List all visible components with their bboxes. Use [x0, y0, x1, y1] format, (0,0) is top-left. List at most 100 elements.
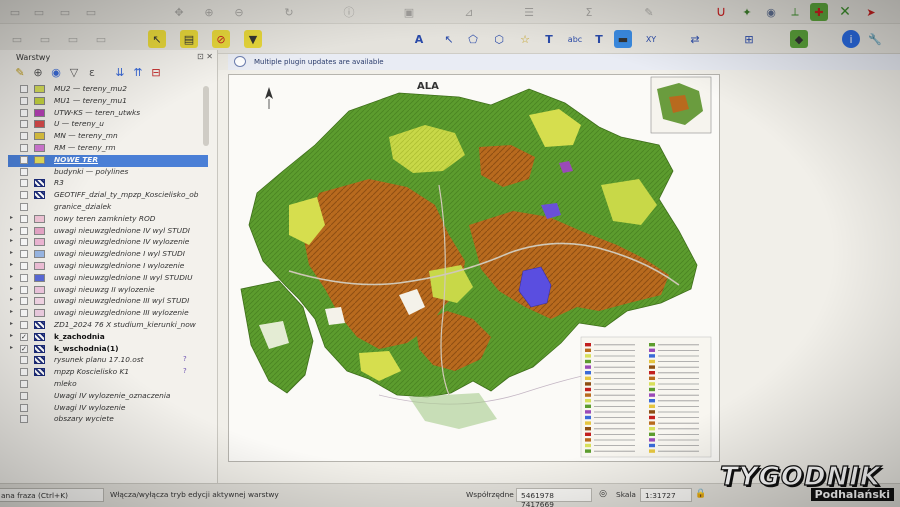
- tool-icon[interactable]: ▭: [92, 30, 110, 48]
- layer-visibility-checkbox[interactable]: [20, 391, 28, 400]
- file-icon[interactable]: ▭: [6, 3, 24, 21]
- layer-item[interactable]: obszary wyciete: [8, 414, 208, 426]
- layer-visibility-checkbox[interactable]: ✓: [20, 332, 28, 341]
- layers-scrollbar[interactable]: [203, 86, 209, 146]
- filter-icon[interactable]: ▽: [68, 66, 80, 79]
- layer-visibility-checkbox[interactable]: [20, 297, 28, 306]
- layer-item[interactable]: ▸ uwagi nieuwzglednione I wyl STUDI: [8, 249, 208, 261]
- layer-visibility-checkbox[interactable]: [20, 238, 28, 247]
- remove-layer-icon[interactable]: ⊟: [150, 66, 162, 79]
- stats-icon[interactable]: Σ: [580, 3, 598, 21]
- expand-arrow-icon[interactable]: ▸: [10, 320, 13, 327]
- help-icon[interactable]: ?: [183, 355, 187, 363]
- layer-visibility-checkbox[interactable]: [20, 379, 28, 388]
- layer-item[interactable]: RM — tereny_rm: [8, 143, 208, 155]
- layer-visibility-checkbox[interactable]: [20, 132, 28, 141]
- layer-item[interactable]: ▸ nowy teren zamkniety ROD: [8, 214, 208, 226]
- layer-visibility-checkbox[interactable]: [20, 415, 28, 424]
- deselect-icon[interactable]: ⊘: [212, 30, 230, 48]
- layer-item[interactable]: ▸ uwagi nieuwzglednione IV wylozenie: [8, 237, 208, 249]
- layer-visibility-checkbox[interactable]: [20, 285, 28, 294]
- expand-arrow-icon[interactable]: ▸: [10, 261, 13, 268]
- measure-icon[interactable]: ⊿: [460, 3, 478, 21]
- expand-arrow-icon[interactable]: ▸: [10, 296, 13, 303]
- text-icon[interactable]: T: [540, 30, 558, 48]
- xyz-icon[interactable]: XY: [642, 30, 660, 48]
- expand-arrow-icon[interactable]: ▸: [10, 273, 13, 280]
- layer-visibility-checkbox[interactable]: [20, 309, 28, 318]
- layer-item[interactable]: UTW-KS — teren_utwks: [8, 108, 208, 120]
- layer-visibility-checkbox[interactable]: [20, 368, 28, 377]
- expand-arrow-icon[interactable]: ▸: [10, 344, 13, 351]
- expand-arrow-icon[interactable]: ▸: [10, 308, 13, 315]
- attribute-icon[interactable]: ☰: [520, 3, 538, 21]
- identify-icon[interactable]: ⓘ: [340, 3, 358, 21]
- expand-arrow-icon[interactable]: ▸: [10, 226, 13, 233]
- layer-visibility-checkbox[interactable]: [20, 320, 28, 329]
- save-icon[interactable]: ▭: [56, 3, 74, 21]
- layer-item[interactable]: MN — tereny_mn: [8, 131, 208, 143]
- move-label-icon[interactable]: ⇄: [686, 30, 704, 48]
- expand-arrow-icon[interactable]: ▸: [10, 237, 13, 244]
- layer-item[interactable]: MU2 — tereny_mu2: [8, 84, 208, 96]
- expand-arrow-icon[interactable]: ▸: [10, 214, 13, 221]
- raster-icon[interactable]: ▬: [614, 30, 632, 48]
- select-features-icon[interactable]: ↖: [148, 30, 166, 48]
- layer-visibility-checkbox[interactable]: [20, 261, 28, 270]
- layer-item[interactable]: ▸ uwagi nieuwzglednione I wylozenie: [8, 261, 208, 273]
- layer-visibility-checkbox[interactable]: [20, 108, 28, 117]
- layer-item[interactable]: ▸ uwagi nieuwzglednione III wyl STUDI: [8, 296, 208, 308]
- layer-item[interactable]: ▸ uwagi nieuwzglednione III wylozenie: [8, 308, 208, 320]
- layer-item[interactable]: Uwagi IV wylozenie: [8, 403, 208, 415]
- layer-item[interactable]: mpzp Koscielisko K1?: [8, 367, 208, 379]
- expand-arrow-icon[interactable]: ▸: [10, 249, 13, 256]
- layer-visibility-checkbox[interactable]: [20, 403, 28, 412]
- zoom-out-icon[interactable]: ⊖: [230, 3, 248, 21]
- expand-arrow-icon[interactable]: ▸: [10, 285, 13, 292]
- layer-icon[interactable]: ▤: [180, 30, 198, 48]
- zoom-in-icon[interactable]: ⊕: [200, 3, 218, 21]
- refresh-icon[interactable]: ↻: [280, 3, 298, 21]
- tool-icon[interactable]: ▭: [8, 30, 26, 48]
- style-icon[interactable]: ✎: [14, 66, 26, 79]
- mouse-icon[interactable]: ◎: [596, 487, 610, 501]
- layer-item[interactable]: Uwagi IV wylozenie_oznaczenia: [8, 391, 208, 403]
- layer-item[interactable]: granice_dzialek: [8, 202, 208, 214]
- locator-search[interactable]: ana fraza (Ctrl+K): [0, 488, 104, 502]
- layer-visibility-checkbox[interactable]: [20, 250, 28, 259]
- grass-icon[interactable]: ◆: [790, 30, 808, 48]
- map-canvas[interactable]: ALA: [218, 70, 900, 483]
- scale-field[interactable]: 1:31727: [640, 488, 692, 502]
- layer-item[interactable]: ▸ uwagi nieuwzglednione IV wyl STUDI: [8, 226, 208, 238]
- layer-visibility-checkbox[interactable]: ✓: [20, 344, 28, 353]
- abc-icon[interactable]: abc: [566, 30, 584, 48]
- layer-visibility-checkbox[interactable]: [20, 96, 28, 105]
- layer-item[interactable]: ▸ uwagi nieuwzg II wylozenie: [8, 285, 208, 297]
- tool-icon[interactable]: ▭: [64, 30, 82, 48]
- layer-visibility-checkbox[interactable]: [20, 155, 28, 164]
- pointer-icon[interactable]: ↖: [440, 30, 458, 48]
- coordinates-field[interactable]: 5461978 7417669: [516, 488, 592, 507]
- layer-item[interactable]: R3: [8, 178, 208, 190]
- print-icon[interactable]: ▭: [82, 3, 100, 21]
- filter-map-icon[interactable]: ε: [86, 66, 98, 79]
- star-icon[interactable]: ☆: [516, 30, 534, 48]
- layer-visibility-checkbox[interactable]: [20, 85, 28, 93]
- vertex-icon[interactable]: ⬠: [464, 30, 482, 48]
- help-icon[interactable]: ?: [183, 367, 187, 375]
- layer-visibility-checkbox[interactable]: [20, 202, 28, 211]
- cross-icon[interactable]: ✕: [836, 3, 854, 21]
- magnet-icon[interactable]: ∪: [712, 3, 730, 21]
- layer-visibility-checkbox[interactable]: [20, 356, 28, 365]
- eye-icon[interactable]: ◉: [50, 66, 62, 79]
- layer-visibility-checkbox[interactable]: [20, 143, 28, 152]
- layer-item[interactable]: ▸ ZD1_2024 76 X studium_kierunki_now: [8, 320, 208, 332]
- layer-visibility-checkbox[interactable]: [20, 226, 28, 235]
- text-pin-icon[interactable]: T: [590, 30, 608, 48]
- collapse-icon[interactable]: ⇈: [132, 66, 144, 79]
- panel-close-icon[interactable]: ⊡ ✕: [197, 52, 213, 61]
- filter-icon[interactable]: ▼: [244, 30, 262, 48]
- pan-icon[interactable]: ✥: [170, 3, 188, 21]
- layer-item[interactable]: NOWE TER: [8, 154, 208, 167]
- layer-item[interactable]: MU1 — tereny_mu1: [8, 96, 208, 108]
